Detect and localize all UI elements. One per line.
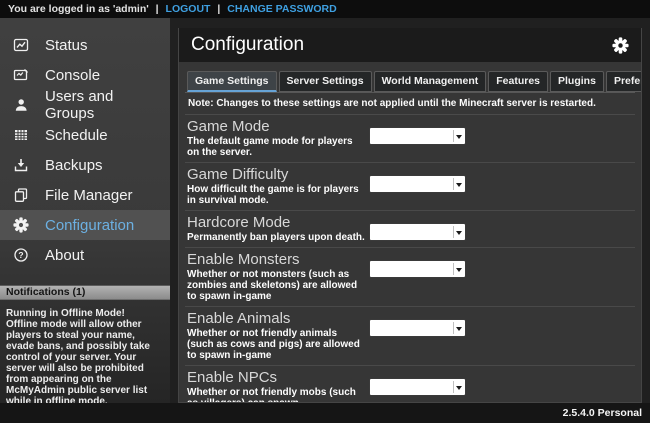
setting-description: Permanently ban players upon death.: [187, 232, 365, 243]
notifications-header: Notifications (1): [0, 285, 170, 300]
sidebar-item-about[interactable]: ? About: [0, 240, 170, 270]
setting-row-game-mode: Game Mode The default game mode for play…: [185, 115, 635, 162]
game-difficulty-select[interactable]: [369, 175, 466, 193]
logged-in-text: You are logged in as 'admin': [8, 3, 149, 15]
logout-link[interactable]: LOGOUT: [166, 3, 211, 15]
hardcore-mode-select-input[interactable]: [370, 227, 465, 243]
sidebar-item-label: Backups: [45, 157, 103, 174]
game-mode-select[interactable]: [369, 127, 466, 145]
enable-animals-select[interactable]: [369, 319, 466, 337]
game-difficulty-select-input[interactable]: [370, 179, 465, 195]
sidebar-item-status[interactable]: Status: [0, 30, 170, 60]
game-mode-select-input[interactable]: [370, 131, 465, 147]
tab-server-settings[interactable]: Server Settings: [279, 71, 372, 92]
sidebar-item-label: About: [45, 247, 84, 264]
setting-description: Whether or not friendly mobs (such as vi…: [187, 387, 365, 403]
panel-body: Game Settings Server Settings World Mana…: [179, 62, 641, 403]
change-password-link[interactable]: CHANGE PASSWORD: [227, 3, 336, 15]
footer: 2.5.4.0 Personal: [0, 403, 650, 423]
console-icon: [12, 67, 30, 83]
panel-header: Configuration: [179, 28, 641, 62]
sidebar-item-label: Users and Groups: [45, 88, 162, 122]
sidebar-menu: Status Console Users and Groups: [0, 18, 170, 270]
question-circle-icon: ?: [12, 247, 30, 263]
tab-plugins[interactable]: Plugins: [550, 71, 604, 92]
setting-row-game-difficulty: Game Difficulty How difficult the game i…: [185, 162, 635, 210]
setting-description: Whether or not friendly animals (such as…: [187, 328, 365, 361]
svg-text:?: ?: [18, 250, 23, 260]
top-bar: You are logged in as 'admin' | LOGOUT | …: [0, 0, 650, 18]
separator: |: [214, 3, 223, 15]
setting-row-enable-npcs: Enable NPCs Whether or not friendly mobs…: [185, 365, 635, 403]
page-title: Configuration: [191, 34, 304, 56]
sidebar-item-schedule[interactable]: Schedule: [0, 120, 170, 150]
setting-row-hardcore-mode: Hardcore Mode Permanently ban players up…: [185, 210, 635, 247]
file-copy-icon: [12, 187, 30, 203]
tab-game-settings[interactable]: Game Settings: [187, 71, 277, 92]
sidebar: Status Console Users and Groups: [0, 18, 170, 403]
setting-row-enable-monsters: Enable Monsters Whether or not monsters …: [185, 247, 635, 306]
sidebar-item-label: Status: [45, 37, 88, 54]
sidebar-item-configuration[interactable]: Configuration: [0, 210, 170, 240]
sidebar-item-label: Configuration: [45, 217, 134, 234]
backups-download-icon: [12, 157, 30, 173]
tab-bar: Game Settings Server Settings World Mana…: [185, 71, 635, 92]
tab-preferences[interactable]: Preferences: [606, 71, 642, 92]
sidebar-item-console[interactable]: Console: [0, 60, 170, 90]
users-icon: [12, 97, 30, 113]
sidebar-item-users-and-groups[interactable]: Users and Groups: [0, 90, 170, 120]
setting-description: The default game mode for players on the…: [187, 136, 365, 158]
notification-title: Running in Offline Mode!: [6, 308, 166, 319]
enable-monsters-select[interactable]: [369, 260, 466, 278]
settings-gear-icon[interactable]: [612, 37, 629, 54]
enable-monsters-select-input[interactable]: [370, 264, 465, 280]
enable-npcs-select[interactable]: [369, 378, 466, 396]
separator: |: [153, 3, 162, 15]
enable-npcs-select-input[interactable]: [370, 382, 465, 398]
gear-icon: [12, 217, 30, 233]
sidebar-item-label: Schedule: [45, 127, 108, 144]
status-chart-icon: [12, 37, 30, 53]
schedule-grid-icon: [12, 127, 30, 143]
enable-animals-select-input[interactable]: [370, 323, 465, 339]
tab-features[interactable]: Features: [488, 71, 548, 92]
version-label: 2.5.4.0 Personal: [563, 407, 642, 419]
configuration-panel: Configuration Game Settings Server Setti…: [178, 28, 642, 403]
notification-text: Offline mode will allow other players to…: [6, 319, 150, 407]
restart-note: Note: Changes to these settings are not …: [185, 92, 635, 115]
sidebar-item-backups[interactable]: Backups: [0, 150, 170, 180]
setting-description: How difficult the game is for players in…: [187, 184, 365, 206]
setting-row-enable-animals: Enable Animals Whether or not friendly a…: [185, 306, 635, 365]
sidebar-item-file-manager[interactable]: File Manager: [0, 180, 170, 210]
hardcore-mode-select[interactable]: [369, 223, 466, 241]
sidebar-item-label: Console: [45, 67, 100, 84]
setting-description: Whether or not monsters (such as zombies…: [187, 269, 365, 302]
sidebar-item-label: File Manager: [45, 187, 133, 204]
notifications-body: Running in Offline Mode! Offline mode wi…: [0, 300, 172, 407]
tab-world-management[interactable]: World Management: [374, 71, 487, 92]
